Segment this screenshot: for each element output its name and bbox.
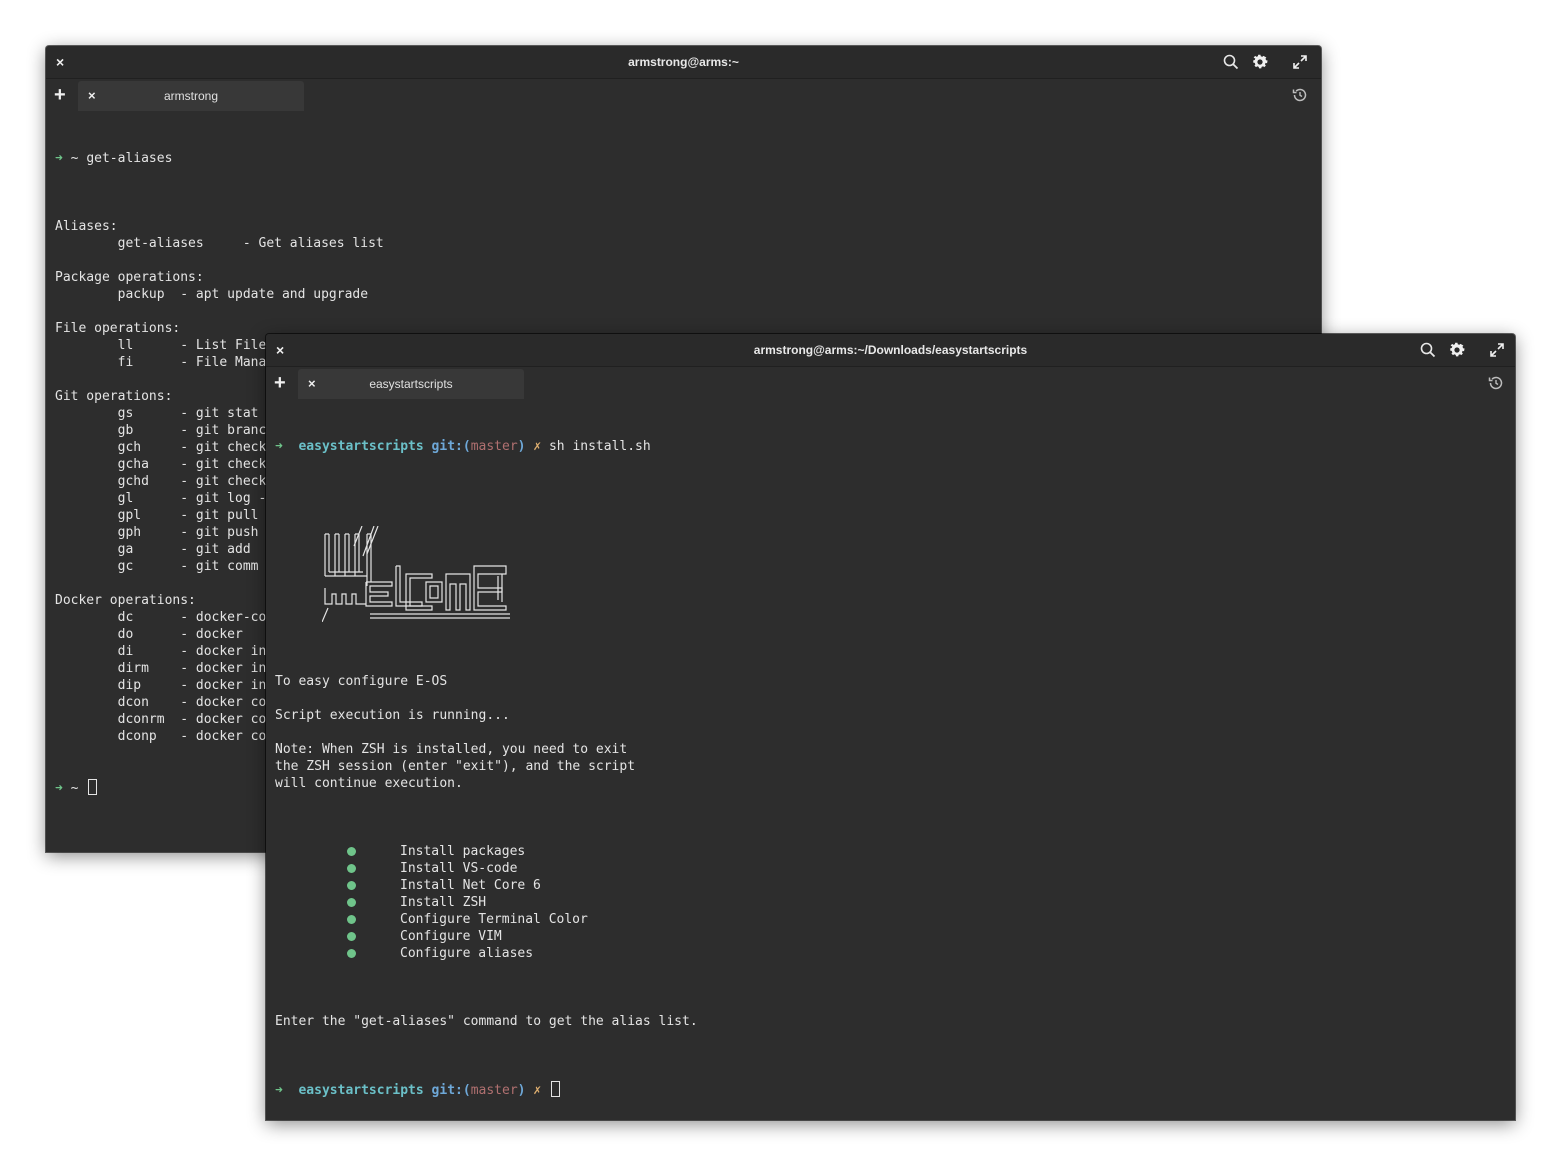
gear-icon[interactable] (1448, 341, 1466, 359)
git-close: ) (517, 1083, 526, 1098)
prompt-line: ➜ ~ get-aliases (55, 150, 1311, 167)
script-intro-text: To easy configure E-OS Script execution i… (275, 656, 1505, 809)
step-bullet-icon (347, 847, 356, 856)
install-step: Install VS-code (275, 860, 1505, 877)
titlebar: × armstrong@arms:~/Downloads/easystartsc… (266, 334, 1515, 367)
window-title: armstrong@arms:~/Downloads/easystartscri… (753, 343, 1028, 357)
step-bullet-icon (347, 898, 356, 907)
install-step: Configure VIM (275, 928, 1505, 945)
step-label: Install VS-code (400, 861, 518, 876)
step-bullet-icon (347, 864, 356, 873)
titlebar: × armstrong@arms:~ (46, 46, 1321, 79)
step-bullet-icon (347, 881, 356, 890)
output-line: packup - apt update and upgrade (55, 287, 369, 302)
new-tab-button[interactable]: + (274, 367, 286, 399)
output-line: Enter the "get-aliases" command to get t… (275, 1014, 698, 1029)
step-label: Install Net Core 6 (400, 878, 541, 893)
output-line: Note: When ZSH is installed, you need to… (275, 742, 628, 757)
close-tab-button[interactable]: × (88, 81, 96, 111)
install-step: Configure Terminal Color (275, 911, 1505, 928)
git-label: git:( (431, 439, 471, 454)
tab-armstrong[interactable]: × armstrong (78, 81, 304, 111)
command-text: sh install.sh (548, 439, 651, 454)
prompt-dir: ~ (70, 781, 79, 796)
prompt-dir: ~ (70, 151, 79, 166)
step-label: Install ZSH (400, 895, 487, 910)
dirty-mark: ✗ (533, 1083, 542, 1098)
terminal-window-easystartscripts: × armstrong@arms:~/Downloads/easystartsc… (266, 334, 1515, 1120)
prompt-arrow: ➜ (55, 151, 63, 166)
window-title: armstrong@arms:~ (628, 55, 739, 69)
install-step: Configure aliases (275, 945, 1505, 962)
git-label: git:( (431, 1083, 471, 1098)
maximize-icon[interactable] (1490, 343, 1504, 357)
script-outro-text: Enter the "get-aliases" command to get t… (275, 996, 1505, 1030)
search-icon[interactable] (1223, 54, 1239, 70)
output-line: will continue execution. (275, 776, 463, 791)
close-tab-button[interactable]: × (308, 369, 316, 399)
terminal-output[interactable]: ➜ easystartscripts git:(master) ✗ sh ins… (275, 404, 1505, 1120)
git-close: ) (517, 439, 526, 454)
tab-label: armstrong (163, 89, 219, 103)
step-bullet-icon (347, 949, 356, 958)
step-label: Install packages (400, 844, 526, 859)
text-cursor (88, 779, 98, 795)
search-icon[interactable] (1420, 342, 1436, 358)
tab-easystartscripts[interactable]: × easystartscripts (298, 369, 524, 399)
prompt-arrow: ➜ (275, 439, 283, 454)
dirty-mark: ✗ (533, 439, 542, 454)
output-line: Package operations: (55, 270, 204, 285)
prompt-arrow: ➜ (55, 781, 63, 796)
install-steps-list: Install packages Install VS-code Install N… (275, 843, 1505, 962)
git-branch: master (470, 439, 518, 454)
welcome-ascii-banner (275, 509, 1505, 623)
prompt-line: ➜ easystartscripts git:(master) ✗ (275, 1081, 1505, 1098)
install-step: Install packages (275, 843, 1505, 860)
step-label: Configure aliases (400, 946, 534, 961)
output-line: get-aliases - Get aliases list (55, 236, 384, 251)
command-text: get-aliases (86, 151, 173, 166)
install-step: Install Net Core 6 (275, 877, 1505, 894)
step-bullet-icon (347, 915, 356, 924)
prompt-arrow: ➜ (275, 1083, 283, 1098)
history-icon[interactable] (1292, 87, 1308, 103)
prompt-line: ➜ easystartscripts git:(master) ✗ sh ins… (275, 438, 1505, 455)
output-line: the ZSH session (enter "exit"), and the … (275, 759, 636, 774)
tab-bar: + × easystartscripts (266, 367, 1515, 399)
git-branch: master (470, 1083, 518, 1098)
text-cursor (550, 1081, 560, 1097)
install-step: Install ZSH (275, 894, 1505, 911)
welcome-banner-art (321, 525, 510, 623)
history-icon[interactable] (1488, 375, 1504, 391)
output-line: Aliases: (55, 219, 118, 234)
tab-label: easystartscripts (369, 377, 453, 391)
tab-bar: + × armstrong (46, 79, 1321, 111)
prompt-dir: easystartscripts (298, 1083, 424, 1098)
step-label: Configure VIM (400, 929, 502, 944)
gear-icon[interactable] (1251, 53, 1269, 71)
output-line: To easy configure E-OS (275, 674, 448, 689)
step-label: Configure Terminal Color (400, 912, 588, 927)
prompt-dir: easystartscripts (298, 439, 424, 454)
maximize-icon[interactable] (1293, 55, 1307, 69)
new-tab-button[interactable]: + (54, 79, 66, 111)
step-bullet-icon (347, 932, 356, 941)
output-line: Script execution is running... (275, 708, 510, 723)
